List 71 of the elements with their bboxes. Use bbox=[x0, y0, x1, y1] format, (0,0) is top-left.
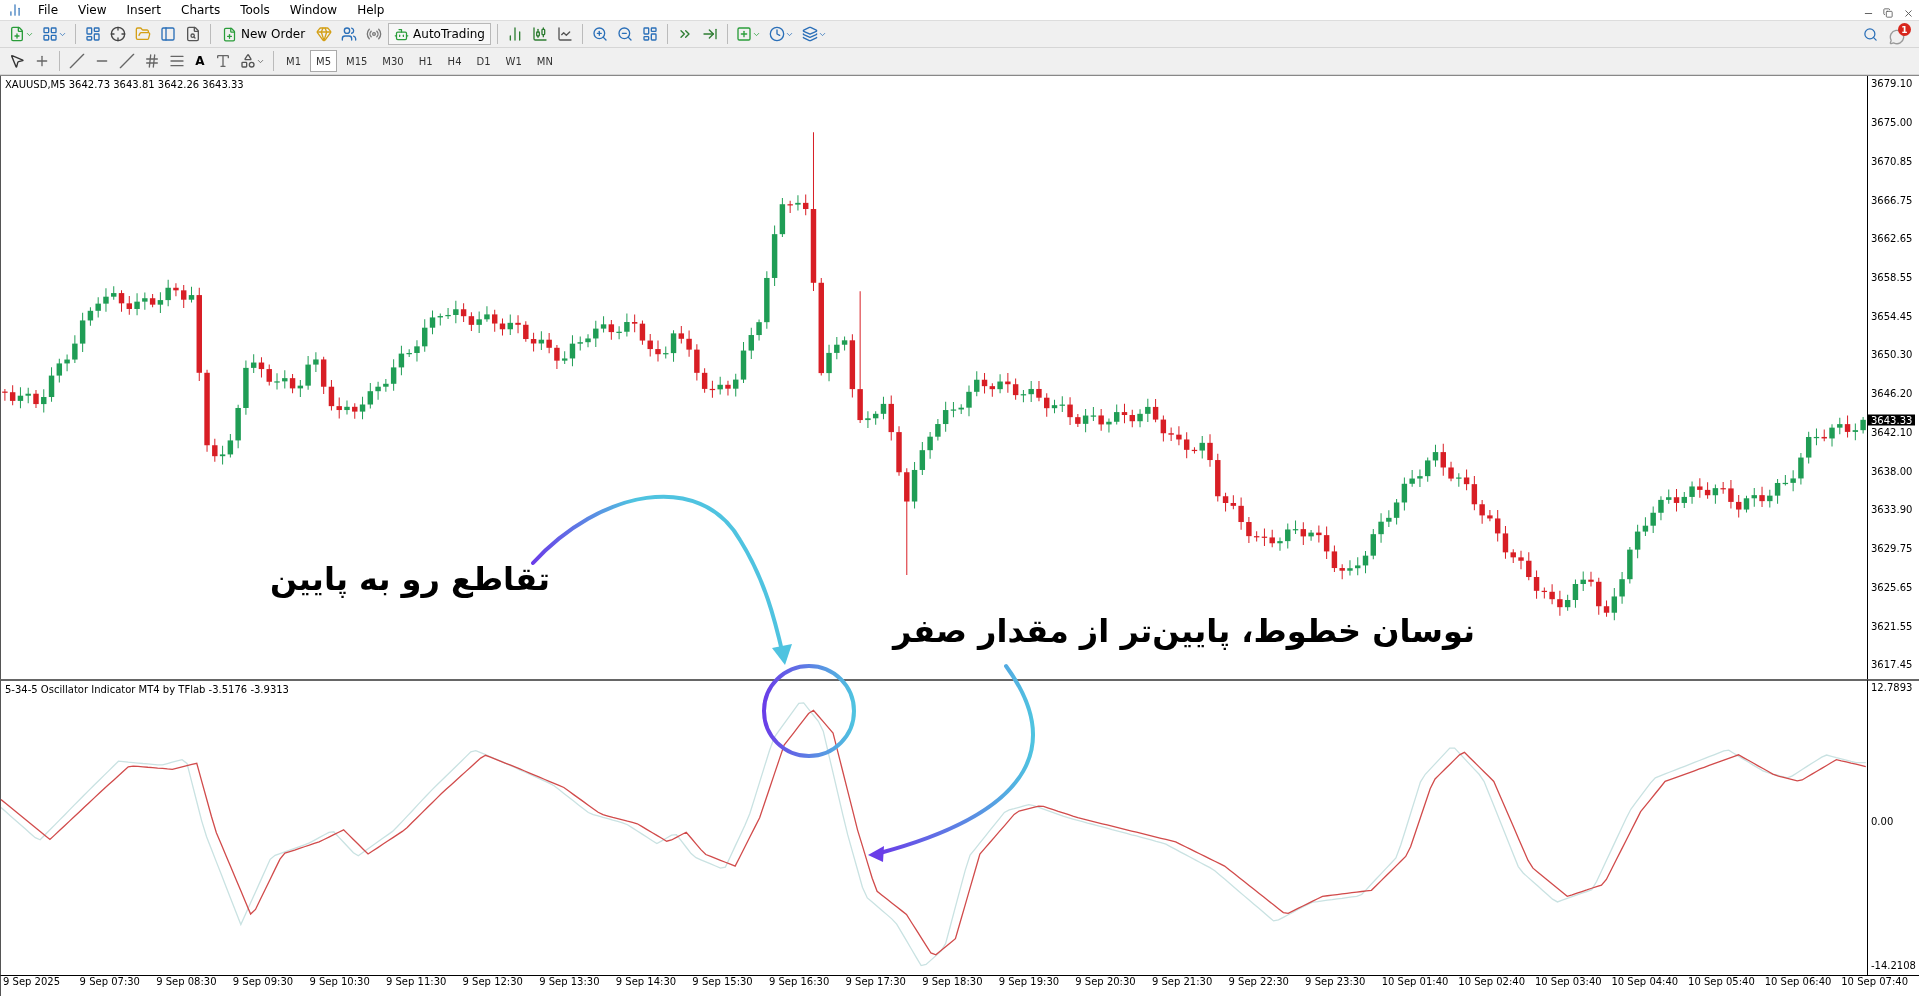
price-label: 3633.90 bbox=[1871, 503, 1913, 515]
time-label: 9 Sep 10:30 bbox=[308, 976, 371, 989]
timeframe-button[interactable]: MN bbox=[530, 50, 559, 72]
menu-item[interactable]: View bbox=[70, 3, 115, 17]
robot-icon bbox=[394, 26, 410, 42]
menu-item[interactable]: Tools bbox=[232, 3, 278, 17]
time-label: 9 Sep 20:30 bbox=[1074, 976, 1137, 989]
indicator-value-label: -14.2108 bbox=[1871, 959, 1916, 971]
time-label: 9 Sep 16:30 bbox=[767, 976, 831, 989]
indicator-value-label: 0.00 bbox=[1871, 815, 1894, 827]
price-label: 3621.55 bbox=[1871, 620, 1913, 632]
document-plus-icon bbox=[222, 26, 237, 42]
time-label: 9 Sep 13:30 bbox=[538, 976, 601, 989]
price-label: 3675.00 bbox=[1871, 116, 1913, 128]
annotation-text: نوسان خطوط، پایین‌تر از مقدار صفر bbox=[893, 612, 1476, 650]
price-label: 3650.30 bbox=[1871, 348, 1913, 360]
price-label: 3666.75 bbox=[1871, 194, 1913, 206]
time-label: 9 Sep 11:30 bbox=[384, 976, 448, 989]
price-label: 3638.00 bbox=[1871, 465, 1913, 477]
current-price-label: 3643.33 bbox=[1868, 414, 1916, 426]
text-tool[interactable]: A bbox=[191, 54, 209, 68]
timeframe-button[interactable]: D1 bbox=[470, 50, 497, 72]
time-label: 10 Sep 03:40 bbox=[1533, 976, 1603, 989]
price-label: 3658.55 bbox=[1871, 271, 1913, 283]
time-label: 9 Sep 2025 bbox=[2, 976, 62, 989]
menu-item[interactable]: Help bbox=[349, 3, 393, 17]
price-label: 3646.20 bbox=[1871, 387, 1913, 399]
menu-item[interactable]: Insert bbox=[118, 3, 169, 17]
time-label: 10 Sep 06:40 bbox=[1763, 976, 1833, 989]
timeframe-button[interactable]: W1 bbox=[499, 50, 528, 72]
price-label: 3662.65 bbox=[1871, 232, 1913, 244]
chart-title: XAUUSD,M5 3642.73 3643.81 3642.26 3643.33 bbox=[5, 79, 244, 90]
price-label: 3617.45 bbox=[1871, 658, 1913, 670]
time-label: 10 Sep 07:40 bbox=[1840, 976, 1909, 989]
menu-item[interactable]: Charts bbox=[173, 3, 229, 17]
time-label: 9 Sep 07:30 bbox=[78, 976, 141, 989]
timeframe-button[interactable]: M1 bbox=[280, 50, 307, 72]
timeframe-button[interactable]: M30 bbox=[376, 50, 410, 72]
time-label: 9 Sep 22:30 bbox=[1227, 976, 1290, 989]
time-label: 9 Sep 09:30 bbox=[231, 976, 295, 989]
time-label: 9 Sep 18:30 bbox=[921, 976, 984, 989]
timeframe-button[interactable]: M15 bbox=[340, 50, 374, 72]
time-label: 10 Sep 02:40 bbox=[1457, 976, 1527, 989]
price-label: 3654.45 bbox=[1871, 310, 1913, 322]
price-label: 3679.10 bbox=[1871, 77, 1913, 89]
notification-count: 1 bbox=[1898, 23, 1911, 36]
price-label: 3670.85 bbox=[1871, 155, 1913, 167]
menu-item[interactable]: File bbox=[30, 3, 67, 17]
time-label: 10 Sep 04:40 bbox=[1610, 976, 1680, 989]
price-label: 3642.10 bbox=[1871, 426, 1913, 438]
time-label: 9 Sep 12:30 bbox=[461, 976, 524, 989]
time-label: 10 Sep 05:40 bbox=[1687, 976, 1756, 989]
time-label: 10 Sep 01:40 bbox=[1380, 976, 1450, 989]
time-label: 9 Sep 19:30 bbox=[997, 976, 1061, 989]
time-label: 9 Sep 08:30 bbox=[155, 976, 218, 989]
indicator-value-label: 12.7893 bbox=[1871, 681, 1913, 693]
price-label: 3629.75 bbox=[1871, 542, 1913, 554]
time-label: 9 Sep 14:30 bbox=[614, 976, 678, 989]
time-label: 9 Sep 15:30 bbox=[691, 976, 754, 989]
timeframe-button[interactable]: M5 bbox=[310, 50, 337, 72]
indicator-title: 5-34-5 Oscillator Indicator MT4 by TFlab -3.5176 -3.9313 bbox=[5, 684, 289, 695]
auto-trading-button[interactable]: AutoTrading bbox=[388, 23, 491, 45]
time-label: 9 Sep 21:30 bbox=[1150, 976, 1214, 989]
new-order-button[interactable]: New Order bbox=[217, 23, 311, 45]
menu-item[interactable]: Window bbox=[281, 3, 346, 17]
time-label: 9 Sep 23:30 bbox=[1304, 976, 1367, 989]
timeframe-button[interactable]: H4 bbox=[441, 50, 468, 72]
annotation-text: تقاطع رو به پایین bbox=[270, 560, 551, 598]
time-label: 9 Sep 17:30 bbox=[844, 976, 907, 989]
timeframe-button[interactable]: H1 bbox=[412, 50, 439, 72]
price-label: 3625.65 bbox=[1871, 581, 1913, 593]
